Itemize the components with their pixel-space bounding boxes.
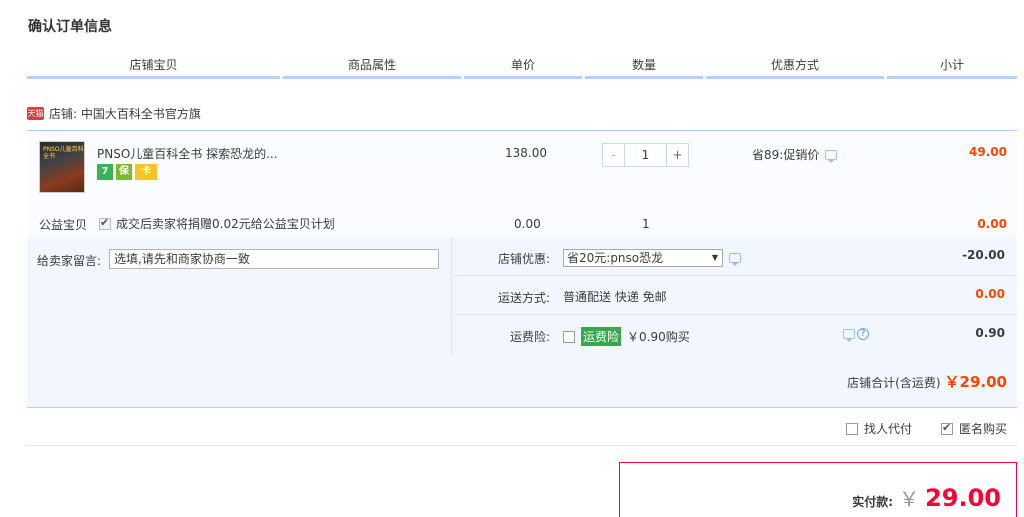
anonymous-label: 匿名购买 bbox=[959, 422, 1008, 436]
question-icon[interactable]: ? bbox=[857, 328, 869, 340]
product-thumbnail[interactable]: PNSO儿童百科全书 bbox=[39, 141, 85, 193]
proxy-pay-checkbox[interactable] bbox=[846, 422, 858, 435]
header-quantity: 数量 bbox=[585, 55, 703, 79]
insurance-row: 运费险: 运费险 ￥0.90购买 ? 0.90 bbox=[453, 315, 1017, 355]
page-title: 确认订单信息 bbox=[28, 19, 112, 35]
header-unit-price: 单价 bbox=[464, 55, 582, 79]
insurance-value: 运费险 ￥0.90购买 bbox=[563, 327, 690, 346]
quantity-stepper: - + bbox=[602, 143, 689, 167]
header-subtotal: 小计 bbox=[887, 55, 1017, 79]
shipping-amount: 0.00 bbox=[975, 287, 1005, 301]
payment-summary: 实付款: ￥ 29.00 bbox=[619, 462, 1017, 517]
header-discount: 优惠方式 bbox=[706, 55, 884, 79]
insurance-help: ? bbox=[843, 328, 869, 342]
service-badges: 7 保 卡 bbox=[97, 164, 157, 180]
insurance-price: ￥0.90购买 bbox=[627, 330, 690, 344]
table-header: 店铺宝贝 商品属性 单价 数量 优惠方式 小计 bbox=[27, 55, 1017, 79]
promo-info: 省89:促销价 bbox=[752, 146, 838, 163]
charity-option: 成交后卖家将捐赠0.02元给公益宝贝计划 bbox=[99, 215, 335, 232]
payment-currency: ￥ bbox=[899, 487, 920, 511]
order-options: 给卖家留言: 选填,请先和商家协商一致 店铺优惠: 省20元:pnso恐龙 -2… bbox=[27, 237, 1017, 408]
payment-total: 实付款: ￥ 29.00 bbox=[852, 483, 1001, 512]
charity-checkbox bbox=[99, 216, 111, 230]
shop-total-label: 店铺合计(含运费) bbox=[847, 376, 941, 390]
charity-text: 成交后卖家将捐赠0.02元给公益宝贝计划 bbox=[116, 217, 335, 231]
quantity-decrease-button[interactable]: - bbox=[603, 144, 624, 166]
quantity-input[interactable] bbox=[624, 144, 667, 166]
payment-label: 实付款: bbox=[852, 495, 894, 509]
payment-amount: 29.00 bbox=[925, 484, 1001, 512]
chat-icon[interactable] bbox=[729, 253, 741, 266]
shipping-row: 运送方式: 普通配送 快递 免邮 0.00 bbox=[453, 276, 1017, 315]
thumbnail-caption: PNSO儿童百科全书 bbox=[43, 146, 84, 160]
charity-subtotal: 0.00 bbox=[977, 217, 1007, 231]
insurance-tag: 运费险 bbox=[581, 327, 622, 346]
shipping-method: 普通配送 快递 免邮 bbox=[563, 290, 667, 304]
coupon-value: 省20元:pnso恐龙 bbox=[563, 249, 741, 267]
message-input[interactable]: 选填,请先和商家协商一致 bbox=[109, 249, 439, 269]
header-shop-item: 店铺宝贝 bbox=[27, 55, 280, 79]
anonymous-checkbox[interactable] bbox=[941, 421, 953, 435]
insurance-label: 运费险: bbox=[509, 330, 550, 344]
proxy-pay-label: 找人代付 bbox=[864, 422, 913, 436]
shop-total-amount: ￥29.00 bbox=[944, 373, 1007, 391]
item-subtotal: 49.00 bbox=[969, 145, 1007, 159]
quantity-increase-button[interactable]: + bbox=[667, 144, 688, 166]
coupon-select[interactable]: 省20元:pnso恐龙 bbox=[563, 249, 723, 267]
guarantee-icon[interactable]: 保 bbox=[116, 164, 132, 180]
insurance-checkbox[interactable] bbox=[563, 330, 575, 343]
charity-price: 0.00 bbox=[514, 217, 541, 231]
promo-text: 省89:促销价 bbox=[752, 148, 820, 162]
shipping-label: 运送方式: bbox=[497, 291, 550, 305]
unit-price: 138.00 bbox=[505, 146, 547, 160]
shop-row: 天猫 店铺: 中国大百科全书官方旗 bbox=[27, 105, 201, 122]
coupon-label: 店铺优惠: bbox=[497, 252, 550, 266]
extra-options: 找人代付 匿名购买 bbox=[27, 408, 1017, 446]
coupon-amount: -20.00 bbox=[962, 248, 1005, 262]
tmall-icon: 天猫 bbox=[27, 107, 44, 120]
header-attributes: 商品属性 bbox=[283, 55, 461, 79]
charity-label: 公益宝贝 bbox=[39, 218, 88, 232]
seven-day-return-icon[interactable]: 7 bbox=[97, 164, 113, 180]
coupon-row: 店铺优惠: 省20元:pnso恐龙 -20.00 bbox=[453, 237, 1017, 276]
proxy-pay-option[interactable]: 找人代付 bbox=[846, 420, 912, 437]
shop-name[interactable]: 店铺: 中国大百科全书官方旗 bbox=[49, 105, 201, 122]
anonymous-option[interactable]: 匿名购买 bbox=[941, 420, 1007, 437]
credit-card-icon[interactable]: 卡 bbox=[135, 164, 157, 180]
product-title[interactable]: PNSO儿童百科全书 探索恐龙的... bbox=[97, 145, 278, 162]
chat-icon[interactable] bbox=[825, 149, 838, 163]
chat-icon[interactable] bbox=[843, 329, 855, 342]
message-pane: 给卖家留言: 选填,请先和商家协商一致 bbox=[27, 237, 452, 355]
order-item: PNSO儿童百科全书 PNSO儿童百科全书 探索恐龙的... 7 保 卡 138… bbox=[27, 130, 1017, 237]
shop-total: 店铺合计(含运费) ￥29.00 bbox=[847, 371, 1007, 392]
insurance-amount: 0.90 bbox=[975, 326, 1005, 340]
charity-quantity: 1 bbox=[642, 217, 650, 231]
shipping-value: 普通配送 快递 免邮 bbox=[563, 288, 667, 305]
message-label: 给卖家留言: bbox=[37, 254, 102, 268]
